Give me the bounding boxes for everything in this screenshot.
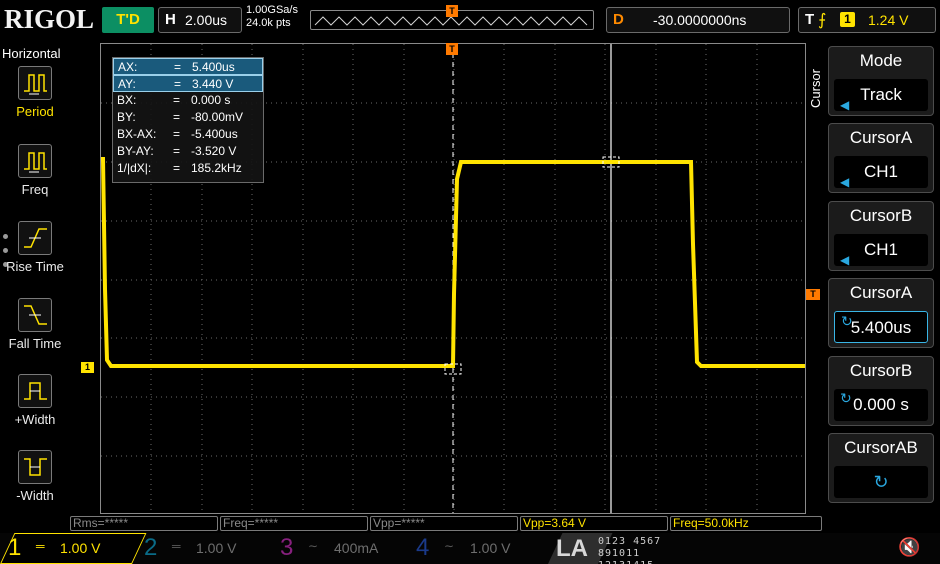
- channel1-tab[interactable]: 1 ═ 1.00 V: [0, 533, 147, 564]
- readout-row-ay: AY: = 3.440 V: [113, 75, 263, 92]
- channel1-scale: 1.00 V: [60, 540, 101, 556]
- readout-row-by: BY: = -80.00mV: [117, 110, 244, 124]
- horizontal-label: H: [165, 11, 176, 28]
- readout-row-ax: AX: = 5.400us: [113, 58, 263, 75]
- memory-depth: 24.0k pts: [246, 17, 291, 29]
- arrow-left-icon: ◀: [840, 253, 850, 267]
- channel-bar: 1 ═ 1.00 V 2 ═ 1.00 V 3 ∼ 400mA 4 ∼ 1.00…: [0, 533, 940, 564]
- negative-width-icon: [18, 450, 52, 484]
- measure-period-label: Period: [16, 104, 54, 119]
- knob-icon: ↻: [840, 390, 852, 406]
- measure-frequency[interactable]: Freq: [0, 144, 70, 197]
- measure-rms[interactable]: Rms=*****: [70, 516, 218, 531]
- measure-rise-time-label: Rise Time: [6, 259, 64, 274]
- speaker-muted-icon[interactable]: 🔇: [898, 537, 920, 558]
- measure-vpp[interactable]: Vpp=3.64 V: [520, 516, 668, 531]
- menu-cursor-a-source-button[interactable]: CursorA ◀ CH1: [828, 123, 934, 193]
- sample-info: 1.00GSa/s 24.0k pts: [246, 4, 298, 30]
- cursor-readout: AX: = 5.400us AY: = 3.440 V BX: = 0.000 s BY: =…: [112, 57, 264, 183]
- arrow-left-icon: ◀: [840, 98, 850, 112]
- menu-cursor-a-position-button[interactable]: CursorA ↻ 5.400us: [828, 278, 934, 348]
- ac-coupling-icon: ∼: [444, 539, 455, 553]
- menu-cursor-ab-button[interactable]: CursorAB ↻: [828, 433, 934, 503]
- channel1-offset-marker[interactable]: 1: [81, 362, 94, 373]
- menu-mode-title: Mode: [859, 51, 903, 70]
- logic-analyzer-label[interactable]: LA: [556, 535, 588, 563]
- measure-positive-width-label: +Width: [14, 412, 56, 427]
- measure-freq[interactable]: Freq=50.0kHz: [670, 516, 822, 531]
- readout-row-dy: BY-AY: = -3.520 V: [117, 144, 237, 158]
- rising-edge-icon: ⨍: [818, 12, 827, 29]
- knob-icon: ↻: [873, 472, 889, 492]
- fall-time-icon: [18, 298, 52, 332]
- dc-coupling-icon: ═: [172, 539, 181, 553]
- measure-positive-width[interactable]: +Width: [0, 374, 70, 427]
- channel2-tab[interactable]: 2 ═ 1.00 V: [140, 533, 270, 564]
- measure-period[interactable]: Period: [0, 66, 70, 119]
- delay-value: -30.0000000ns: [653, 12, 747, 28]
- measure-frequency-label: Freq: [21, 182, 49, 197]
- memory-trigger-marker: T: [446, 5, 458, 17]
- measure-fall-time-label: Fall Time: [8, 336, 62, 351]
- sample-rate: 1.00GSa/s: [246, 4, 298, 16]
- menu-mode-value: ◀ Track: [834, 79, 928, 112]
- measure-vpp-empty[interactable]: Vpp=*****: [370, 516, 518, 531]
- channel1-number: 1: [8, 534, 22, 561]
- measure-rise-time[interactable]: Rise Time: [0, 221, 70, 274]
- trigger-label: T: [805, 11, 815, 28]
- menu-mode-button[interactable]: Mode ◀ Track: [828, 46, 934, 116]
- channel4-tab[interactable]: 4 ∼ 1.00 V: [412, 533, 542, 564]
- measure-negative-width[interactable]: -Width: [0, 450, 70, 503]
- ac-coupling-icon: ∼: [308, 539, 319, 553]
- timebase-box[interactable]: H 2.00us: [158, 7, 242, 33]
- run-status-badge[interactable]: T'D: [102, 7, 154, 33]
- menu-side-label: Cursor: [808, 68, 823, 108]
- measure-negative-width-label: -Width: [16, 488, 54, 503]
- delay-box[interactable]: D -30.0000000ns: [606, 7, 790, 33]
- readout-row-bx: BX: = 0.000 s: [117, 93, 231, 107]
- menu-cursor-b-position-button[interactable]: CursorB ↻ 0.000 s: [828, 356, 934, 426]
- timebase-value: 2.00us: [185, 12, 228, 28]
- brand-logo: RIGOL: [4, 4, 95, 34]
- trigger-source: 1: [840, 12, 855, 27]
- measure-freq-empty[interactable]: Freq=*****: [220, 516, 368, 531]
- readout-row-inv-dx: 1/|dX|: = 185.2kHz: [117, 161, 242, 175]
- readout-row-dx: BX-AX: = -5.400us: [117, 127, 238, 141]
- knob-icon: ↻: [841, 313, 853, 329]
- rise-time-icon: [18, 221, 52, 255]
- period-icon: [18, 66, 52, 100]
- positive-width-icon: [18, 374, 52, 408]
- frequency-icon: [18, 144, 52, 178]
- delay-label: D: [613, 11, 624, 28]
- left-menu-title: Horizontal: [2, 46, 61, 61]
- menu-cursor-b-source-button[interactable]: CursorB ◀ CH1: [828, 201, 934, 271]
- logic-analyzer-channels: 0123 4567 891011 12131415: [598, 536, 662, 564]
- dc-coupling-icon: ═: [36, 539, 45, 553]
- trigger-position-marker[interactable]: T: [446, 43, 458, 55]
- arrow-left-icon: ◀: [840, 175, 850, 189]
- trigger-level: 1.24 V: [868, 12, 909, 28]
- measure-fall-time[interactable]: Fall Time: [0, 298, 70, 351]
- trigger-level-marker[interactable]: T: [806, 289, 820, 300]
- channel3-tab[interactable]: 3 ∼ 400mA: [276, 533, 406, 564]
